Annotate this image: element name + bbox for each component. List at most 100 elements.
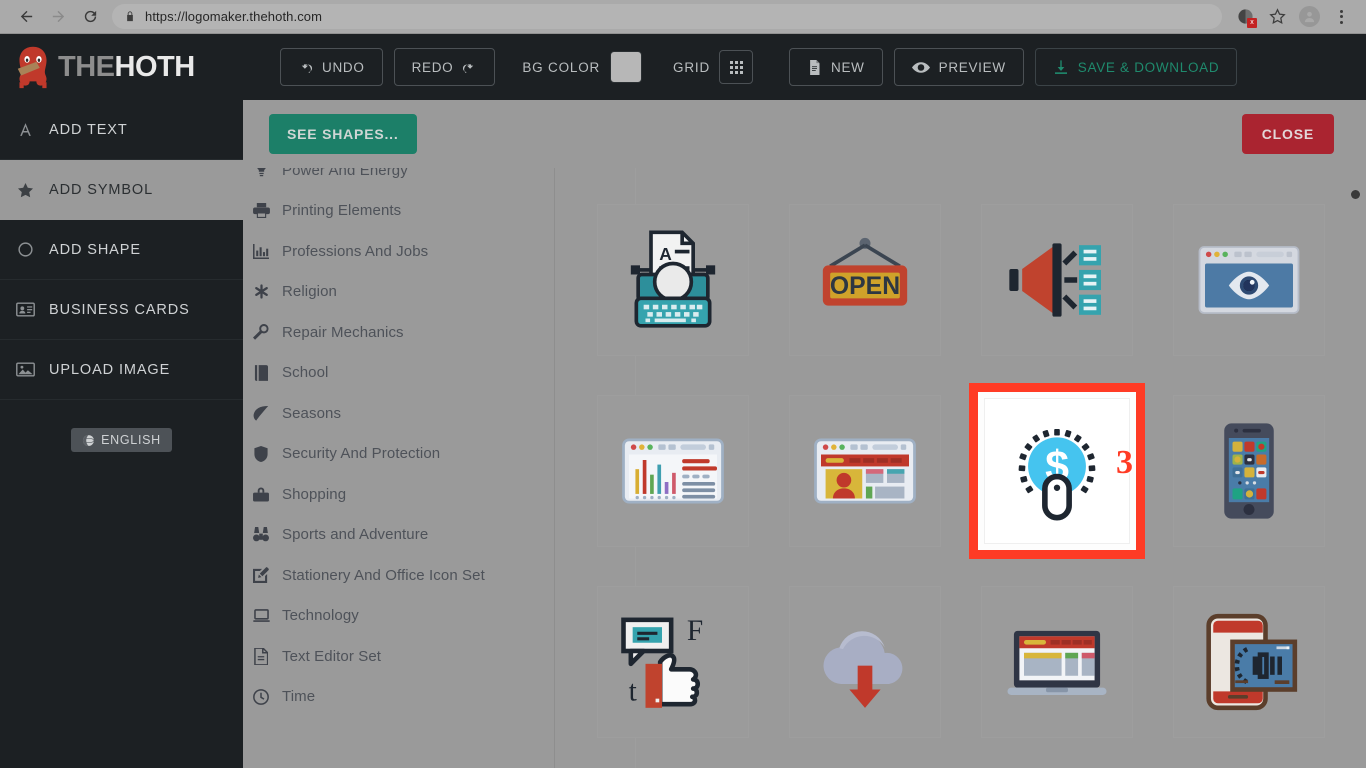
- grid-label: GRID: [673, 59, 710, 75]
- laptop-icon: [252, 607, 270, 625]
- panel-toolbar: SEE SHAPES... CLOSE: [243, 100, 1366, 168]
- category-item-sports-and-adventure[interactable]: Sports and Adventure: [243, 515, 554, 556]
- reload-button[interactable]: [74, 1, 106, 33]
- analytics-page-symbol: [622, 437, 724, 504]
- category-label: Repair Mechanics: [282, 323, 404, 341]
- preview-button[interactable]: PREVIEW: [893, 48, 1024, 86]
- sidebar-item-add-shape[interactable]: ADD SHAPE: [0, 220, 243, 280]
- clock-icon: [252, 688, 270, 706]
- bg-color-swatch[interactable]: [610, 51, 643, 83]
- hoth-mascot-icon: [17, 46, 47, 89]
- sidebar-item-label: UPLOAD IMAGE: [49, 361, 171, 378]
- symbol-tile-analytics-page[interactable]: [597, 394, 749, 547]
- star-icon: [1268, 8, 1286, 25]
- symbol-tile-browser-eye[interactable]: [1173, 203, 1325, 356]
- thumbs-up-chat-symbol: F t: [621, 615, 703, 708]
- undo-button[interactable]: UNDO: [280, 48, 383, 86]
- bookmark-button[interactable]: [1262, 2, 1292, 32]
- symbol-tile-typewriter[interactable]: A: [597, 203, 749, 356]
- text-a-icon: [14, 119, 36, 141]
- symbol-tile-laptop-layout[interactable]: [981, 585, 1133, 738]
- open-sign-symbol: OPEN: [822, 237, 908, 306]
- back-button[interactable]: [10, 1, 42, 33]
- redo-button[interactable]: REDO: [393, 48, 496, 86]
- sidebar-item-upload-image[interactable]: UPLOAD IMAGE: [0, 340, 243, 400]
- brand-logo[interactable]: THEHOTH: [0, 34, 243, 100]
- svg-text:A: A: [659, 243, 672, 263]
- scrollbar-indicator[interactable]: [1351, 190, 1360, 199]
- new-button[interactable]: NEW: [789, 48, 883, 86]
- close-button[interactable]: CLOSE: [1241, 114, 1334, 154]
- category-item-power-and-energy[interactable]: Power And Energy: [243, 168, 554, 191]
- profile-button[interactable]: [1294, 2, 1324, 32]
- asterisk-icon: [252, 283, 270, 301]
- dollar-click-symbol: $: [1018, 428, 1096, 520]
- extension-button[interactable]: x: [1230, 2, 1260, 32]
- symbol-tile-tablet-code[interactable]: [1173, 585, 1325, 738]
- pen-square-icon: [252, 566, 270, 584]
- category-label: Power And Energy: [282, 168, 408, 179]
- profile-avatar-icon: [1298, 6, 1320, 27]
- symbol-cell: [961, 566, 1153, 757]
- symbol-tile-smartphone-apps[interactable]: [1173, 394, 1325, 547]
- sidebar-item-business-cards[interactable]: BUSINESS CARDS: [0, 280, 243, 340]
- undo-label: UNDO: [322, 59, 365, 75]
- language-selector-wrap: ENGLISH: [0, 400, 243, 452]
- sidebar-item-add-symbol[interactable]: ADD SYMBOL: [0, 160, 243, 220]
- category-item-professions-and-jobs[interactable]: Professions And Jobs: [243, 231, 554, 272]
- category-list[interactable]: Power And Energy Printing Elements Profe…: [243, 168, 555, 768]
- category-item-time[interactable]: Time: [243, 677, 554, 718]
- printer-icon: [252, 202, 270, 220]
- lightbulb-icon: [252, 168, 270, 179]
- category-item-technology[interactable]: Technology: [243, 596, 554, 637]
- category-item-printing-elements[interactable]: Printing Elements: [243, 191, 554, 232]
- sidebar-item-add-text[interactable]: ADD TEXT: [0, 100, 243, 160]
- symbol-tile-profile-page[interactable]: [789, 394, 941, 547]
- sidebar-item-label: BUSINESS CARDS: [49, 301, 190, 318]
- svg-text:t: t: [629, 675, 637, 707]
- category-item-seasons[interactable]: Seasons: [243, 393, 554, 434]
- circle-icon: [14, 239, 36, 261]
- category-item-religion[interactable]: Religion: [243, 272, 554, 313]
- book-icon: [252, 364, 270, 382]
- symbol-tile-cloud-download[interactable]: [789, 585, 941, 738]
- profile-page-symbol: [814, 437, 916, 504]
- symbol-cell: [961, 184, 1153, 375]
- symbol-grid: A OPEN $ F t: [555, 184, 1366, 757]
- shield-icon: [252, 445, 270, 463]
- bg-color-group: BG COLOR: [522, 51, 643, 83]
- address-bar[interactable]: https://logomaker.thehoth.com: [112, 4, 1222, 29]
- extension-badge: x: [1247, 17, 1257, 28]
- forward-button[interactable]: [42, 1, 74, 33]
- image-upload-icon: [14, 359, 36, 381]
- browser-menu-button[interactable]: [1326, 2, 1356, 32]
- symbol-tile-megaphone-list[interactable]: [981, 203, 1133, 356]
- category-item-school[interactable]: School: [243, 353, 554, 394]
- typewriter-symbol: A: [630, 230, 716, 328]
- symbol-grid-scroll[interactable]: A OPEN $ F t: [555, 168, 1366, 768]
- wrench-icon: [252, 323, 270, 341]
- category-item-text-editor-set[interactable]: Text Editor Set: [243, 636, 554, 677]
- symbol-cell: [769, 375, 961, 566]
- eye-icon: [911, 61, 930, 73]
- svg-text:OPEN: OPEN: [830, 272, 900, 299]
- category-label: Security And Protection: [282, 445, 441, 463]
- category-item-stationery-and-office-icon-set[interactable]: Stationery And Office Icon Set: [243, 555, 554, 596]
- left-sidebar: ADD TEXT ADD SYMBOL ADD SHAPE BUSINESS C…: [0, 100, 243, 768]
- symbol-tile-thumbs-up-chat[interactable]: F t: [597, 585, 749, 738]
- binoculars-icon: [252, 526, 270, 544]
- symbol-tile-dollar-click[interactable]: $: [969, 382, 1145, 559]
- category-item-security-and-protection[interactable]: Security And Protection: [243, 434, 554, 475]
- url-text: https://logomaker.thehoth.com: [145, 9, 323, 24]
- category-item-shopping[interactable]: Shopping: [243, 474, 554, 515]
- category-item-repair-mechanics[interactable]: Repair Mechanics: [243, 312, 554, 353]
- save-download-button[interactable]: SAVE & DOWNLOAD: [1034, 48, 1238, 86]
- category-label: Technology: [282, 607, 359, 625]
- panel-body: Power And Energy Printing Elements Profe…: [243, 168, 1366, 768]
- grid-toggle-button[interactable]: [719, 50, 753, 84]
- language-button[interactable]: ENGLISH: [71, 428, 172, 452]
- laptop-layout-symbol: [1007, 630, 1107, 695]
- symbol-cell: A: [577, 184, 769, 375]
- symbol-tile-open-sign[interactable]: OPEN: [789, 203, 941, 356]
- see-shapes-button[interactable]: SEE SHAPES...: [269, 114, 417, 154]
